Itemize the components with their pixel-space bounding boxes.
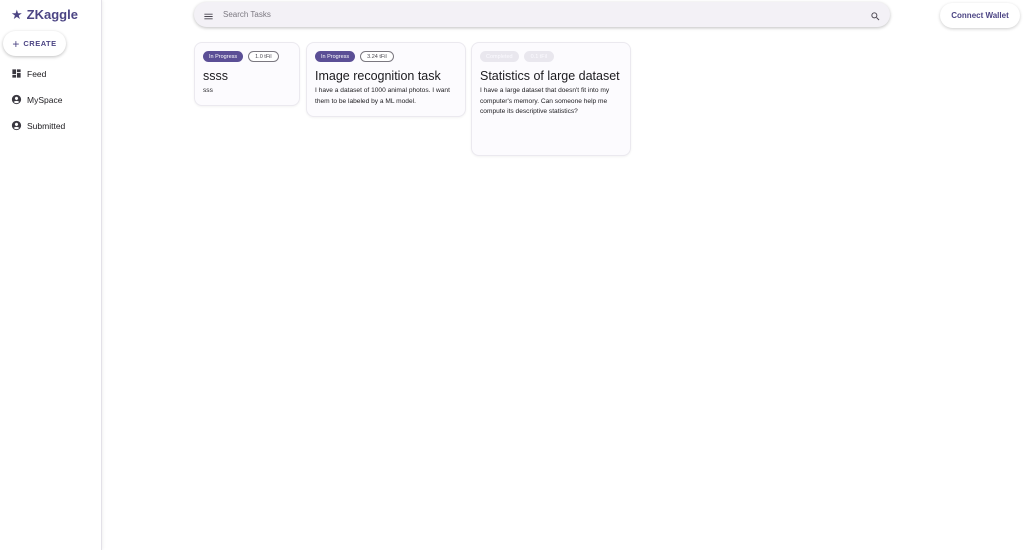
task-card[interactable]: Completed 0.1 tFil Statistics of large d… (471, 42, 631, 156)
search-input[interactable] (223, 6, 843, 23)
price-badge: 1.0 tFil (248, 51, 279, 62)
task-description: I have a dataset of 1000 animal photos. … (315, 87, 450, 105)
price-badge: 0.1 tFil (523, 51, 555, 62)
search-icon[interactable] (870, 9, 881, 27)
sidebar-item-label: Feed (27, 68, 47, 79)
sidebar-item-myspace[interactable]: MySpace (11, 94, 62, 105)
account-circle-icon (11, 120, 22, 131)
price-badge: 3.24 tFil (360, 51, 394, 62)
task-card[interactable]: In Progress 3.24 tFil Image recognition … (306, 42, 466, 117)
task-chips: Completed 0.1 tFil (480, 51, 622, 62)
status-badge: In Progress (315, 51, 356, 62)
status-badge: Completed (480, 51, 519, 62)
task-card[interactable]: In Progress 1.0 tFil ssss sss (194, 42, 300, 106)
create-label: CREATE (23, 39, 57, 48)
dashboard-icon (11, 68, 22, 79)
menu-icon[interactable] (203, 9, 214, 27)
connect-wallet-button[interactable]: Connect Wallet (940, 3, 1020, 28)
task-description: sss (203, 87, 213, 94)
sidebar-item-label: Submitted (27, 120, 66, 131)
task-description: I have a large dataset that doesn't fit … (480, 87, 610, 115)
brand-name: ZKaggle (26, 7, 78, 22)
task-title: ssss (203, 69, 228, 83)
create-button[interactable]: + CREATE (3, 31, 66, 56)
sidebar-item-feed[interactable]: Feed (11, 68, 46, 79)
search-bar (194, 2, 890, 27)
task-chips: In Progress 1.0 tFil (203, 51, 291, 62)
brand[interactable]: ★ ZKaggle (11, 7, 78, 22)
status-badge: In Progress (203, 51, 244, 62)
sidebar-item-submitted[interactable]: Submitted (11, 120, 65, 131)
app-root: ★ ZKaggle + CREATE Feed MySpace Submitte… (0, 0, 1024, 550)
account-circle-icon (11, 94, 22, 105)
sidebar-item-label: MySpace (27, 94, 63, 105)
task-chips: In Progress 3.24 tFil (315, 51, 457, 62)
task-title: Image recognition task (315, 69, 441, 83)
task-title: Statistics of large dataset (480, 69, 620, 83)
star-icon: ★ (11, 7, 23, 22)
plus-icon: + (12, 36, 20, 51)
sidebar: ★ ZKaggle + CREATE Feed MySpace Submitte… (0, 0, 102, 550)
